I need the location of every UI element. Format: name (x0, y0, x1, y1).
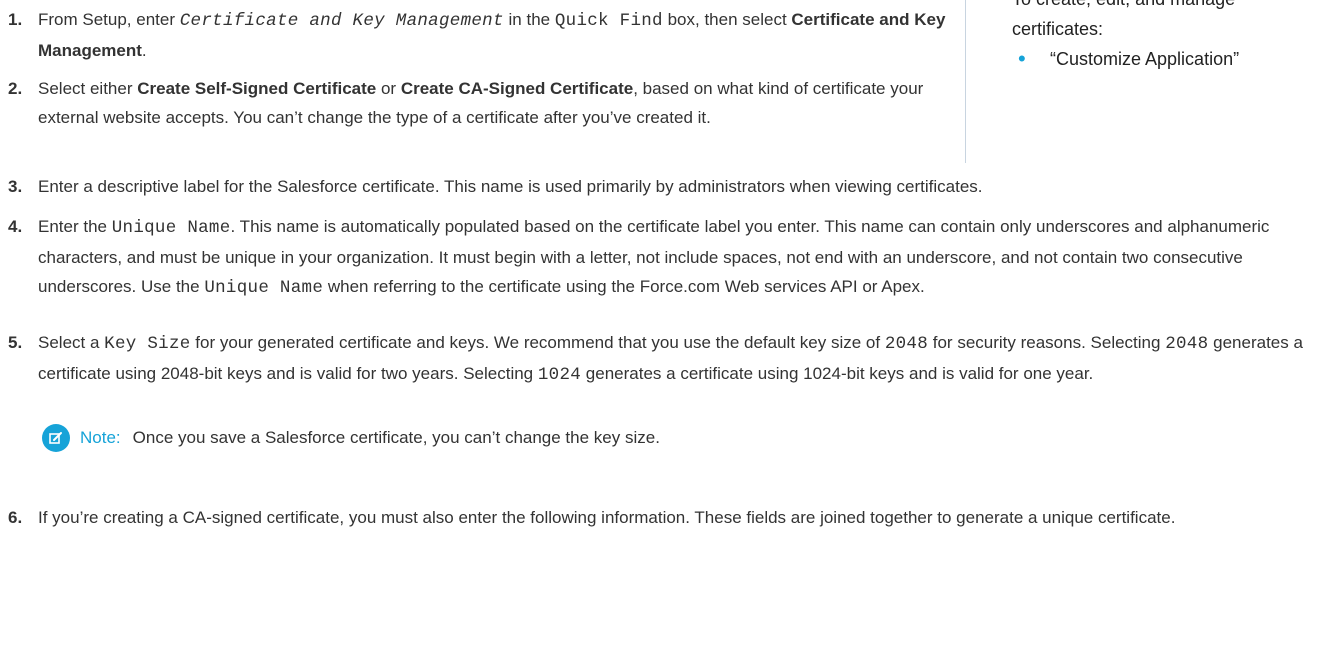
text-run: for security reasons. Selecting (928, 333, 1166, 352)
step-number: 4. (8, 217, 23, 236)
quick-find-label: Quick Find (554, 11, 663, 31)
step-text: From Setup, enter Certificate and Key Ma… (38, 5, 948, 65)
ui-element-name: Create CA-Signed Certificate (400, 79, 634, 98)
text-run: box, then select (662, 10, 792, 29)
setup-search-term: Certificate and Key Management (179, 11, 504, 31)
text-run: Enter the (38, 217, 112, 236)
text-run: Select either (38, 79, 138, 98)
note-text: Once you save a Salesforce certificate, … (132, 428, 660, 447)
step-text: Enter the Unique Name. This name is auto… (38, 212, 1310, 303)
step-number: 3. (8, 177, 23, 196)
step-1: 1. From Setup, enter Certificate and Key… (8, 5, 948, 65)
step-number: 1. (8, 10, 23, 29)
step-text: Select either Create Self-Signed Certifi… (38, 74, 948, 132)
bullet-icon: • (1018, 46, 1026, 71)
value-code: 2048 (1165, 334, 1209, 354)
text-run: generates a certificate using 1024-bit k… (581, 364, 1094, 383)
value-code: 1024 (537, 365, 582, 385)
text-run: . (141, 41, 147, 60)
permission-item: • “Customize Application” (1012, 44, 1312, 74)
step-6: 6. If you’re creating a CA-signed certif… (8, 503, 1310, 532)
text-run: in the (503, 10, 555, 29)
step-5: 5. Select a Key Size for your generated … (8, 328, 1310, 390)
text-run: when referring to the certificate using … (323, 277, 925, 296)
ui-element-name: Create Self-Signed Certificate (137, 79, 377, 98)
user-permissions-sidebar: To create, edit, and manage certificates… (1012, 0, 1312, 74)
edit-note-icon (42, 423, 70, 452)
step-number: 6. (8, 508, 23, 527)
step-4: 4. Enter the Unique Name. This name is a… (8, 212, 1310, 303)
text-run: for your generated certificate and keys.… (190, 333, 885, 352)
sidebar-heading-partial: To create, edit, and manage (1012, 0, 1312, 14)
step-text: Select a Key Size for your generated cer… (38, 328, 1310, 390)
step-number: 2. (8, 79, 23, 98)
field-name: Unique Name (111, 218, 231, 238)
step-2: 2. Select either Create Self-Signed Cert… (8, 74, 948, 132)
text-run: Select a (38, 333, 105, 352)
sidebar-divider (965, 0, 967, 163)
step-text: Enter a descriptive label for the Salesf… (38, 177, 983, 196)
step-number: 5. (8, 333, 23, 352)
value-code: 2048 (884, 334, 929, 354)
text-run: From Setup, enter (38, 10, 180, 29)
field-name: Key Size (104, 334, 191, 354)
note-label: Note: (80, 428, 121, 447)
step-text: If you’re creating a CA-signed certifica… (38, 508, 1176, 527)
text-run: or (376, 79, 401, 98)
field-name: Unique Name (204, 278, 324, 298)
note-callout: Note: Once you save a Salesforce certifi… (42, 423, 660, 452)
step-3: 3. Enter a descriptive label for the Sal… (8, 172, 1310, 201)
permission-label: “Customize Application” (1050, 49, 1240, 69)
sidebar-heading: certificates: (1012, 19, 1104, 39)
